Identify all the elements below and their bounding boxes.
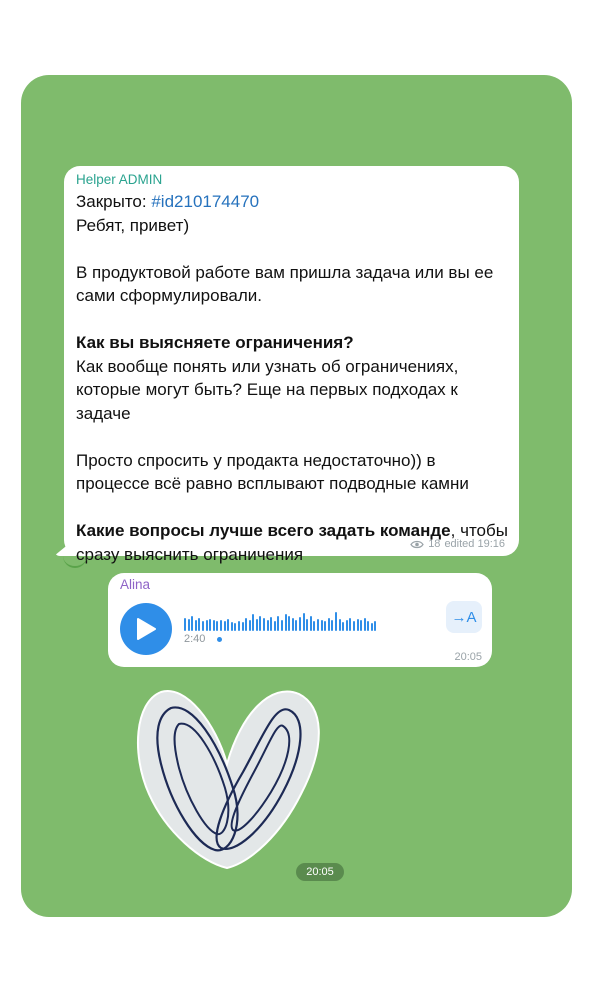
message-bubble-voice[interactable]: Alina 2:40 →A 20:05 [108, 573, 492, 667]
question-2-bold: Какие вопросы лучше всего задать команде [76, 521, 451, 540]
waveform-bar [191, 616, 194, 631]
closed-line: Закрыто: #id210174470 [76, 190, 512, 214]
sender-name[interactable]: Helper ADMIN [76, 172, 162, 187]
waveform-bar [198, 618, 201, 631]
waveform-bar [219, 620, 222, 631]
sticker-time: 20:05 [296, 863, 344, 881]
waveform-bar [363, 618, 366, 631]
voice-duration: 2:40 [184, 633, 206, 645]
waveform-bar [252, 614, 255, 631]
waveform-bar [273, 621, 276, 631]
waveform-bar [324, 621, 327, 631]
waveform-bar [334, 612, 337, 631]
waveform-bar [342, 622, 345, 631]
waveform-bar [248, 620, 251, 631]
waveform-bar [295, 620, 298, 631]
waveform-bar [223, 621, 226, 631]
waveform-bar [302, 613, 305, 631]
waveform-bar [234, 623, 237, 631]
voice-waveform[interactable] [184, 609, 434, 631]
waveform-bar [205, 620, 208, 631]
paragraph-3: Просто спросить у продакта недостаточно)… [76, 450, 469, 494]
waveform-bar [349, 618, 352, 631]
waveform-bar [209, 619, 212, 631]
edited-time: edited 19:16 [444, 538, 505, 550]
waveform-bar [270, 617, 273, 631]
message-meta: 18 edited 19:16 [410, 538, 505, 550]
waveform-bar [184, 618, 186, 631]
message-bubble-admin[interactable]: Helper ADMIN Закрыто: #id210174470 Ребят… [54, 166, 519, 564]
hashtag-link[interactable]: #id210174470 [151, 192, 259, 211]
waveform-bar [320, 620, 323, 631]
waveform-bar [237, 621, 240, 631]
waveform-bar [291, 618, 294, 631]
waveform-bar [316, 619, 319, 631]
waveform-bar [288, 616, 291, 631]
eye-icon [410, 540, 424, 548]
waveform-bar [370, 623, 373, 631]
waveform-bar [299, 617, 301, 631]
waveform-bar [360, 620, 363, 631]
waveform-bar [245, 618, 248, 631]
waveform-bar [356, 619, 359, 631]
waveform-bar [216, 621, 219, 631]
views-count: 18 [428, 538, 441, 550]
waveform-bar [281, 620, 284, 631]
waveform-bar [327, 618, 330, 631]
paragraph-2: Как вообще понять или узнать об ограниче… [76, 356, 459, 423]
waveform-bar [194, 620, 197, 631]
waveform-bar [306, 619, 309, 631]
voice-duration-row: 2:40 [184, 633, 223, 645]
unlistened-dot [217, 636, 223, 642]
waveform-bar [367, 621, 370, 631]
waveform-bar [259, 616, 262, 631]
message-text: Закрыто: #id210174470 Ребят, привет) В п… [76, 190, 512, 566]
waveform-bar [313, 621, 316, 631]
question-heading: Как вы выясняете ограничения? [76, 333, 354, 352]
waveform-bar [331, 620, 334, 631]
waveform-bar [352, 621, 355, 631]
greeting-text: Ребят, привет) [76, 215, 190, 235]
closed-label: Закрыто: [76, 192, 152, 211]
waveform-bar [241, 622, 244, 631]
play-button[interactable] [120, 603, 172, 655]
waveform-bar [187, 619, 190, 631]
play-icon [137, 618, 156, 640]
waveform-bar [277, 616, 280, 631]
waveform-bar [212, 620, 215, 631]
waveform-bar [201, 621, 204, 631]
waveform-bar [309, 616, 312, 631]
transcribe-button[interactable]: →A [446, 601, 482, 633]
waveform-bar [230, 622, 233, 631]
waveform-bar [345, 620, 348, 631]
waveform-bar [338, 619, 341, 631]
waveform-bar [284, 614, 287, 631]
waveform-bar [227, 619, 230, 631]
waveform-bar [263, 618, 266, 631]
paperclip-heart-sticker[interactable] [131, 684, 325, 870]
waveform-bar [255, 619, 258, 631]
waveform-bar [374, 621, 377, 631]
paragraph-1: В продуктовой работе вам пришла задача и… [76, 262, 494, 306]
sender-name[interactable]: Alina [120, 577, 150, 592]
waveform-bar [266, 620, 269, 631]
message-time: 20:05 [454, 651, 482, 663]
